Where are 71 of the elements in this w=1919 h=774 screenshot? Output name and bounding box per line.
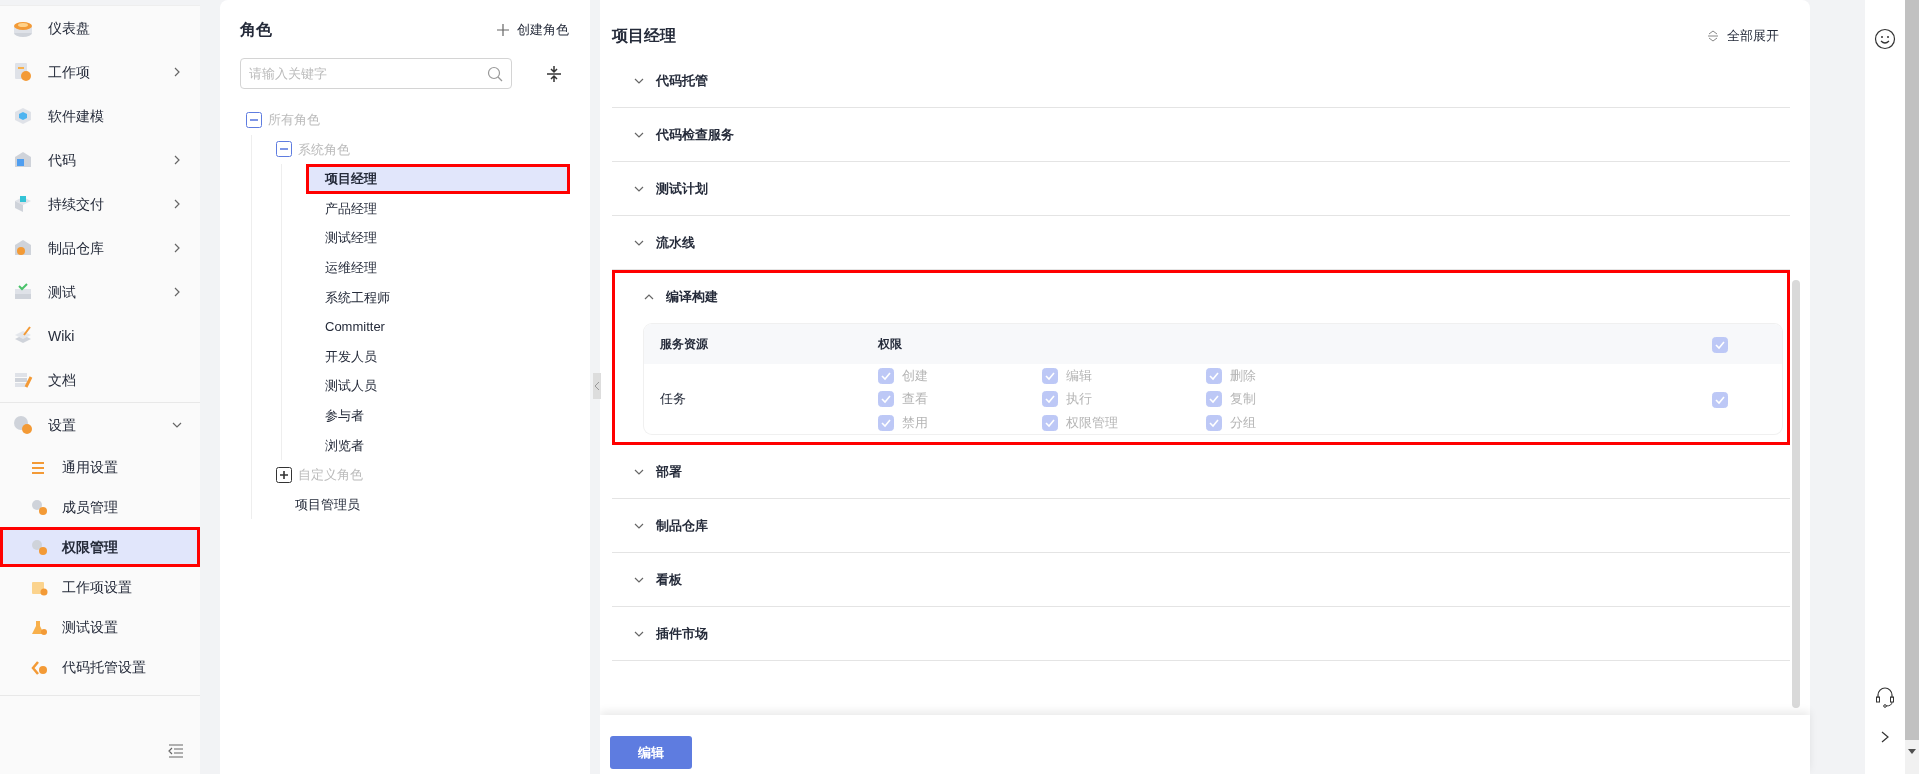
tree-node[interactable]: 项目经理 [306,164,570,194]
menu-item[interactable]: 文档 [0,358,200,402]
section-header[interactable]: 代码托管 [612,54,1790,108]
search-icon [487,66,503,82]
smiley-icon[interactable] [1874,28,1896,50]
collapse-icon[interactable] [276,141,292,158]
section-header[interactable]: 代码检查服务 [612,108,1790,162]
tree-node[interactable]: 测试人员 [306,371,570,401]
tree-node[interactable]: 运维经理 [306,252,570,283]
expand-all-icon [1707,30,1719,42]
section-header[interactable]: 看板 [612,553,1790,607]
menu-item[interactable]: 工作项 [0,50,200,94]
submenu-item[interactable]: 通用设置 [0,447,200,487]
submenu-item[interactable]: 工作项设置 [0,567,200,607]
column-header: 权限 [878,336,903,353]
tree-node[interactable]: 系统工程师 [306,282,570,313]
submenu-item[interactable]: 成员管理 [0,487,200,527]
checkbox-label: 分组 [1230,413,1256,432]
section-header[interactable]: 制品仓库 [612,499,1790,553]
panel-title: 角色 [240,20,272,40]
checkbox-label: 查看 [902,390,928,409]
detail-title: 项目经理 [612,26,676,46]
checkbox-label: 权限管理 [1066,413,1118,432]
menu-item[interactable]: 软件建模 [0,94,200,138]
tree-node[interactable]: 参与者 [306,400,570,431]
menu-item[interactable]: 代码 [0,138,200,182]
submenu-item[interactable]: 权限管理 [0,527,200,567]
section-header[interactable]: 部署 [612,445,1790,499]
submenu-item[interactable]: 测试设置 [0,607,200,647]
checkbox-label: 执行 [1066,390,1092,409]
checkbox-label: 创建 [902,366,928,385]
tree-node[interactable]: 产品经理 [306,193,570,224]
checkbox-label: 禁用 [902,413,928,432]
submenu-item[interactable]: 代码托管设置 [0,647,200,687]
chevron-left-icon [594,381,600,391]
tree-node[interactable]: 开发人员 [306,341,570,372]
collapse-handle[interactable] [593,373,601,399]
section-header[interactable]: 编译构建 [622,270,1782,324]
scrollbar[interactable] [1792,280,1800,708]
expand-icon[interactable] [276,466,292,483]
checkbox-label: 删除 [1230,366,1256,385]
expand-all-button[interactable]: 全部展开 [1706,25,1780,47]
edit-button[interactable]: 编辑 [610,736,692,769]
menu-item[interactable]: 持续交付 [0,182,200,226]
create-role-button[interactable]: 创建角色 [496,19,570,41]
flask-icon [30,618,48,636]
tree-node[interactable]: Committer [306,312,570,342]
collapse-menu-icon[interactable] [168,744,184,758]
table-cell-text: 任务 [659,390,687,409]
tree-node[interactable]: 浏览者 [306,430,570,461]
checkbox-label: 复制 [1230,390,1256,409]
menu-item[interactable]: 制品仓库 [0,226,200,270]
tree-node[interactable]: 测试经理 [306,223,570,253]
menu-item[interactable]: 设置 [0,403,200,447]
section-header[interactable]: 测试计划 [612,162,1790,216]
section-header[interactable]: 流水线 [612,216,1790,270]
menu-item[interactable]: 测试 [0,270,200,314]
cube-icon [12,105,34,127]
column-header: 服务资源 [659,336,709,353]
menu-item[interactable]: 仪表盘 [0,6,200,50]
search-field[interactable]: 请输入关键字 [240,58,512,89]
document-icon [12,61,34,83]
menu-item[interactable]: Wiki [0,314,200,358]
headset-icon[interactable] [1875,686,1895,708]
plus-icon [497,24,509,36]
tree-node[interactable]: 项目管理员 [276,489,570,520]
checkbox-label: 编辑 [1066,366,1092,385]
collapse-icon[interactable] [246,111,262,128]
scrollbar[interactable] [1905,0,1919,774]
collapse-all-icon[interactable] [546,64,562,83]
section-header[interactable]: 插件市场 [612,607,1790,661]
